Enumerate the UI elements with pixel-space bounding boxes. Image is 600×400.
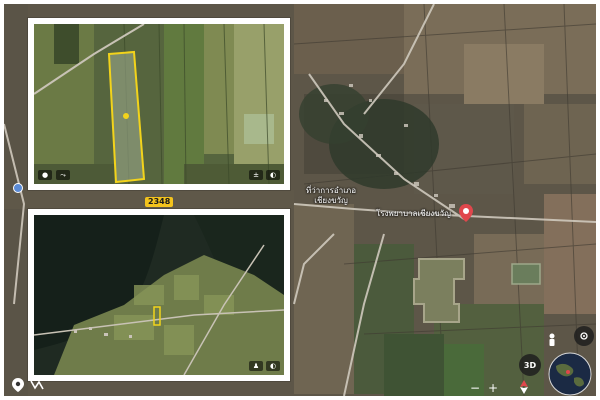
parcel-closeup-satellite[interactable] <box>34 24 284 184</box>
road-number-shield: 2348 <box>145 197 174 207</box>
inset-a-zoom-icon[interactable]: ± <box>249 170 263 180</box>
route-icon[interactable] <box>30 378 44 392</box>
hospital-label: โรงพยาบาลเชียงขวัญ <box>376 209 451 218</box>
map-frame: ที่ว่าการอำเภอ เชียงขวัญ โรงพยาบาลเชียงข… <box>4 4 596 396</box>
compass-icon[interactable] <box>519 380 529 394</box>
my-location-button[interactable] <box>574 326 594 346</box>
inset-a-toolbar: ● ⤳ <box>38 170 70 180</box>
inset-b-pegman-icon[interactable]: ♟ <box>249 361 263 371</box>
crosshair-icon <box>580 332 588 340</box>
view-3d-button[interactable]: 3D <box>519 354 541 376</box>
area-overview-inset: ♟ ◐ <box>28 209 290 381</box>
inset-a-controls: ± ◐ <box>249 170 280 180</box>
location-marker-icon <box>13 183 23 193</box>
pegman-icon[interactable] <box>544 332 560 348</box>
main-map-bottom-left-controls <box>12 378 44 392</box>
inset-b-controls: ♟ ◐ <box>249 361 280 371</box>
inset-b-globe-icon[interactable]: ◐ <box>266 361 280 371</box>
area-overview-satellite[interactable] <box>34 215 284 375</box>
zoom-in-button[interactable]: + <box>487 381 499 395</box>
inset-a-route-icon[interactable]: ⤳ <box>56 170 70 180</box>
district-office-label: ที่ว่าการอำเภอ เชียงขวัญ <box>306 186 356 206</box>
globe-icon[interactable] <box>548 352 592 396</box>
inset-a-globe-icon[interactable]: ◐ <box>266 170 280 180</box>
location-pin-icon[interactable] <box>12 378 24 392</box>
zoom-out-button[interactable]: − <box>469 381 481 395</box>
parcel-closeup-inset: ● ⤳ ± ◐ <box>28 18 290 190</box>
district-office-label-line1: ที่ว่าการอำเภอ <box>306 186 356 195</box>
district-office-label-line2: เชียงขวัญ <box>314 196 348 205</box>
hospital-pin-icon[interactable] <box>459 204 473 222</box>
inset-a-pin-icon[interactable]: ● <box>38 170 52 180</box>
